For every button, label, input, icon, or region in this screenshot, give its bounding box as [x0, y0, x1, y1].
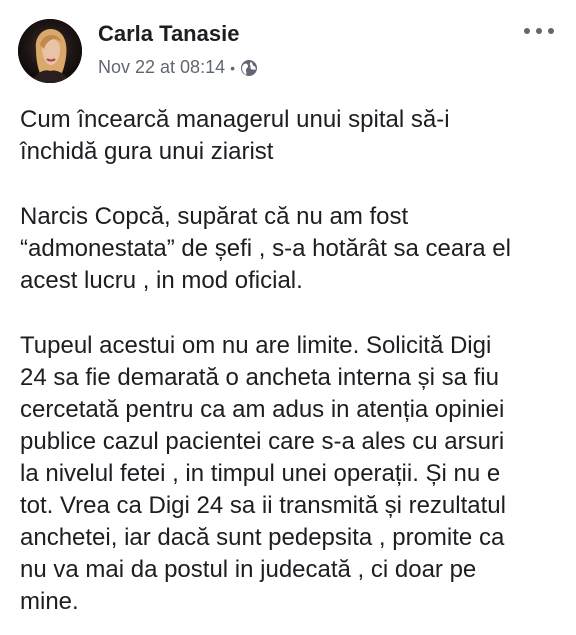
- text-line: Cum încearcă managerul unui spital să-i: [20, 106, 450, 133]
- profile-photo-icon: [18, 19, 82, 83]
- more-horizontal-icon[interactable]: [524, 23, 554, 39]
- text-line: cercetată pentru ca am adus in atenția o…: [20, 396, 505, 423]
- text-line: “admonestata” de șefi , s-a hotărât sa c…: [20, 235, 511, 262]
- text-line: publice cazul pacientei care s-a ales cu…: [20, 428, 505, 455]
- paragraph: Tupeul acestui om nu are limite. Solicit…: [20, 330, 566, 618]
- avatar[interactable]: [18, 19, 82, 83]
- text-line: tot. Vrea ca Digi 24 sa ii transmită și …: [20, 492, 506, 519]
- text-line: Narcis Copcă, supărat că nu am fost: [20, 203, 409, 230]
- paragraph: Cum încearcă managerul unui spital să-i …: [20, 104, 566, 168]
- text-line: acest lucru , in mod oficial.: [20, 267, 303, 294]
- dot: [536, 28, 542, 34]
- post-header: Carla Tanasie Nov 22 at 08:14 •: [18, 17, 558, 87]
- globe-icon[interactable]: [240, 59, 258, 77]
- post-timestamp[interactable]: Nov 22 at 08:14: [98, 57, 225, 78]
- dot: [524, 28, 530, 34]
- text-line: 24 sa fie demarată o ancheta interna și …: [20, 364, 499, 391]
- dot: [548, 28, 554, 34]
- text-line: mine.: [20, 588, 79, 615]
- text-line: anchetei, iar dacă sunt pedepsita , prom…: [20, 524, 505, 551]
- post-meta: Nov 22 at 08:14 •: [98, 57, 258, 78]
- text-line: Tupeul acestui om nu are limite. Solicit…: [20, 332, 492, 359]
- paragraph: Narcis Copcă, supărat că nu am fost “adm…: [20, 201, 566, 297]
- author-name[interactable]: Carla Tanasie: [98, 21, 239, 47]
- text-line: închidă gura unui ziarist: [20, 138, 274, 165]
- text-line: nu va mai da postul in judecată , ci doa…: [20, 556, 477, 583]
- text-line: la nivelul fetei , in timpul unei operaț…: [20, 460, 501, 487]
- facebook-post: Carla Tanasie Nov 22 at 08:14 • Cum înce…: [0, 0, 576, 635]
- meta-separator: •: [230, 59, 235, 76]
- post-body: Cum încearcă managerul unui spital să-i …: [20, 104, 566, 635]
